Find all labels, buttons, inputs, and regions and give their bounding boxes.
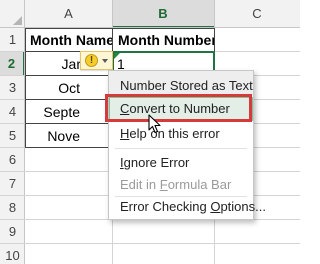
column-header-c[interactable]: C	[214, 0, 300, 28]
error-options-menu: Number Stored as Text Convert to Number …	[108, 70, 266, 220]
menu-item-error-checking-options-label: Error Checking	[120, 199, 211, 214]
cell-a3[interactable]: Oct	[26, 76, 80, 100]
cell-a4[interactable]: Septe	[26, 100, 80, 124]
menu-item-error-checking-options-label: ptions...	[220, 199, 266, 214]
mouse-pointer-icon	[148, 114, 161, 134]
cell-a5[interactable]: Nove	[26, 124, 80, 148]
column-header-c-label: C	[252, 6, 262, 21]
row-header-3-label: 3	[8, 80, 17, 95]
menu-item-help-on-error-accelerator: H	[120, 126, 130, 141]
cell-a1[interactable]: Month Name	[30, 28, 112, 52]
row-header-5-label: 5	[8, 128, 17, 143]
column-divider-ab	[112, 0, 113, 28]
row-header-1[interactable]: 1	[0, 28, 25, 52]
menu-title-text: Number Stored as Text	[120, 78, 253, 93]
row-header-8[interactable]: 8	[0, 196, 25, 220]
menu-item-help-on-error[interactable]: Help on this error	[109, 121, 253, 146]
cell-a2[interactable]: Jar	[26, 52, 81, 76]
menu-separator-1	[115, 148, 247, 149]
row-header-4-label: 4	[8, 104, 17, 119]
row-header-8-label: 8	[8, 200, 17, 215]
spreadsheet-screen: A B C 1 2 3 4 5 6 7 8 9 10 Month Name Mo…	[0, 0, 300, 264]
column-header-a[interactable]: A	[25, 0, 112, 28]
column-header-a-label: A	[64, 6, 73, 21]
highlight-annotation-box	[105, 94, 252, 122]
cell-a4-text: Septe	[43, 104, 80, 120]
row-header-10-label: 10	[5, 248, 20, 263]
row-header-7[interactable]: 7	[0, 172, 25, 196]
select-all-triangle-icon	[13, 16, 22, 25]
row-header-2[interactable]: 2	[0, 52, 25, 76]
menu-item-ignore-error-label: gnore Error	[123, 155, 190, 170]
row-header-9-label: 9	[8, 224, 17, 239]
row-header-6[interactable]: 6	[0, 148, 25, 172]
menu-item-error-checking-options[interactable]: Error Checking Options...	[109, 194, 266, 219]
cell-a3-text: Oct	[58, 80, 80, 96]
row-header-3[interactable]: 3	[0, 76, 25, 100]
cell-b1[interactable]: Month Number	[118, 28, 214, 52]
error-indicator-triangle-icon	[114, 53, 120, 59]
menu-item-help-on-error-label: elp on this error	[129, 126, 220, 141]
row-header-10[interactable]: 10	[0, 244, 25, 264]
row-header-5[interactable]: 5	[0, 124, 25, 148]
select-all-corner[interactable]	[0, 0, 25, 28]
menu-item-edit-in-formula-bar-label: Edit in	[120, 177, 160, 192]
cell-a5-text: Nove	[47, 128, 80, 144]
column-header-b[interactable]: B	[112, 0, 214, 28]
row-header-9[interactable]: 9	[0, 220, 25, 244]
row-header-2-label: 2	[7, 56, 16, 71]
error-smart-tag-button[interactable]: !	[80, 51, 113, 70]
row-header-7-label: 7	[8, 176, 17, 191]
column-header-b-label: B	[158, 6, 168, 21]
column-divider-bc	[214, 0, 215, 28]
warning-icon: !	[85, 54, 98, 67]
menu-item-error-checking-options-accelerator: O	[210, 199, 221, 214]
menu-item-edit-in-formula-bar-accelerator: F	[159, 177, 168, 192]
menu-item-edit-in-formula-bar-label: ormula Bar	[167, 177, 232, 192]
cell-a2-text: Jar	[61, 56, 81, 72]
row-header-1-label: 1	[8, 32, 17, 47]
row-header-4[interactable]: 4	[0, 100, 25, 124]
cell-b1-text: Month Number	[118, 32, 214, 48]
chevron-down-icon	[102, 59, 108, 63]
cell-a1-text: Month Name	[30, 32, 112, 48]
row-header-6-label: 6	[8, 152, 17, 167]
gridline-row-9	[0, 243, 300, 244]
